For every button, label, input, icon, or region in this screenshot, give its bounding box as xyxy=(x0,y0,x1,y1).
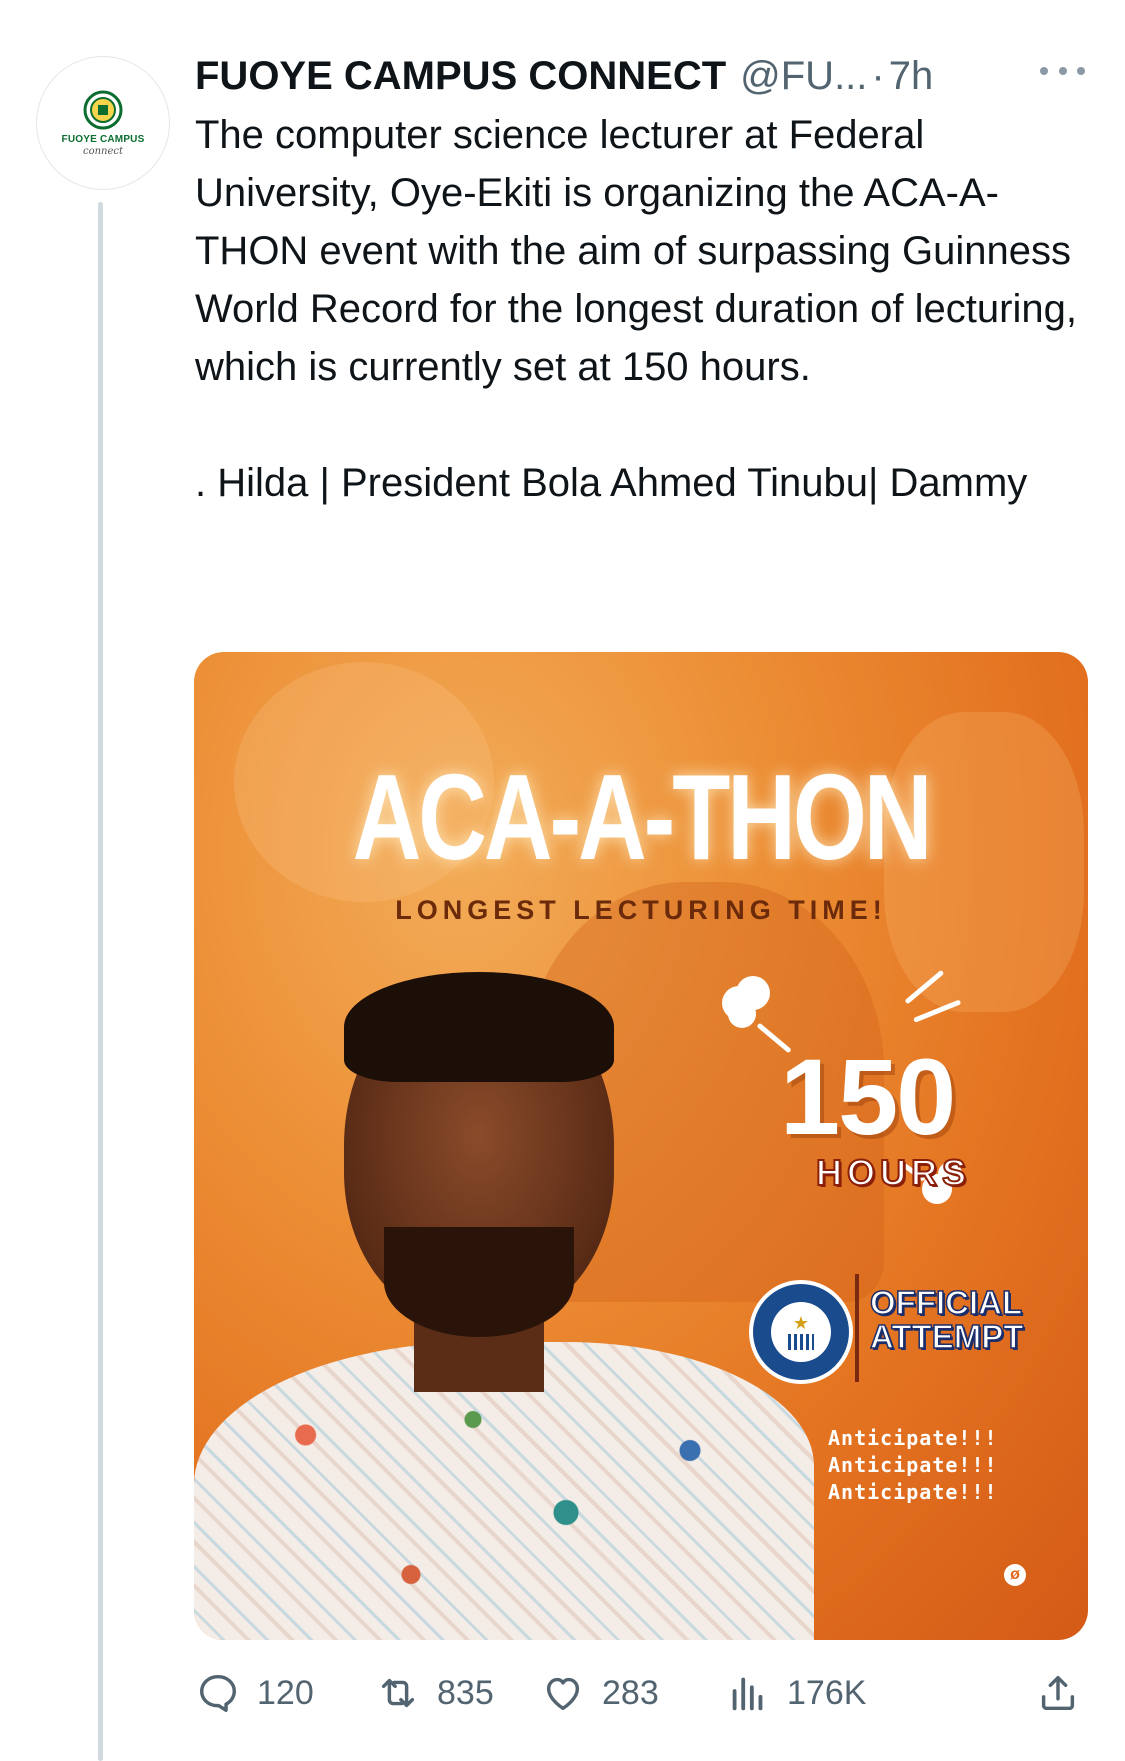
hours-label: HOURS xyxy=(815,1151,972,1194)
avatar[interactable]: FUOYE CAMPUS connect xyxy=(36,56,170,190)
share-icon xyxy=(1041,1675,1075,1711)
anticipate-line: Anticipate!!! xyxy=(828,1426,998,1450)
tweet-text: The computer science lecturer at Federal… xyxy=(195,106,1095,512)
author-handle[interactable]: @FU... xyxy=(740,54,867,99)
views-button[interactable]: 176K xyxy=(725,1662,866,1724)
avatar-logo-subtext: connect xyxy=(82,145,124,157)
guinness-badge-icon: ★ xyxy=(749,1280,853,1384)
retweet-button[interactable]: 835 xyxy=(375,1662,494,1724)
reply-button[interactable]: 120 xyxy=(195,1662,314,1724)
anticipate-text: Anticipate!!! Anticipate!!! Anticipate!!… xyxy=(828,1425,998,1506)
action-bar: 120 835 283 176K xyxy=(195,1662,1095,1724)
official-attempt: OFFICIAL ATTEMPT xyxy=(869,1284,1024,1355)
poster-title: ACA-A-THON xyxy=(352,749,933,885)
tweet-timestamp[interactable]: 7h xyxy=(889,54,934,99)
avatar-logo-text: FUOYE CAMPUS xyxy=(61,133,145,145)
hours-number: 150 xyxy=(780,1036,956,1157)
more-options-icon[interactable] xyxy=(1040,56,1085,86)
corner-logo-icon: ø xyxy=(1004,1564,1026,1586)
badge-divider xyxy=(855,1274,859,1382)
anticipate-line: Anticipate!!! xyxy=(828,1453,998,1477)
like-count: 283 xyxy=(602,1673,659,1712)
burst-decoration-icon xyxy=(904,969,974,1030)
anticipate-line: Anticipate!!! xyxy=(828,1480,998,1504)
tweet-image[interactable]: ACA-A-THON LONGEST LECTURING TIME! 150 H… xyxy=(194,652,1088,1640)
like-button[interactable]: 283 xyxy=(540,1662,659,1724)
portrait-beard xyxy=(384,1227,574,1337)
reply-icon xyxy=(199,1674,237,1712)
poster-subtitle: LONGEST LECTURING TIME! xyxy=(395,895,887,925)
tweet-paragraph: . Hilda | President Bola Ahmed Tinubu| D… xyxy=(195,461,1028,505)
like-icon xyxy=(546,1677,580,1711)
thread-line xyxy=(98,202,103,1761)
attempt-line: ATTEMPT xyxy=(869,1318,1024,1355)
official-line: OFFICIAL xyxy=(869,1284,1023,1321)
views-icon xyxy=(732,1677,763,1711)
views-count: 176K xyxy=(787,1673,867,1712)
retweet-count: 835 xyxy=(437,1673,494,1712)
reply-count: 120 xyxy=(257,1673,314,1712)
author-name[interactable]: FUOYE CAMPUS CONNECT xyxy=(195,54,726,99)
tweet-header: FUOYE CAMPUS CONNECT @FU... · 7h xyxy=(195,50,1095,102)
tweet-paragraph: The computer science lecturer at Federal… xyxy=(195,113,1077,389)
university-logo-icon xyxy=(83,90,123,129)
retweet-icon xyxy=(381,1678,415,1708)
share-button[interactable] xyxy=(1035,1662,1097,1724)
separator-dot: · xyxy=(871,53,885,98)
portrait-hair xyxy=(344,972,614,1082)
